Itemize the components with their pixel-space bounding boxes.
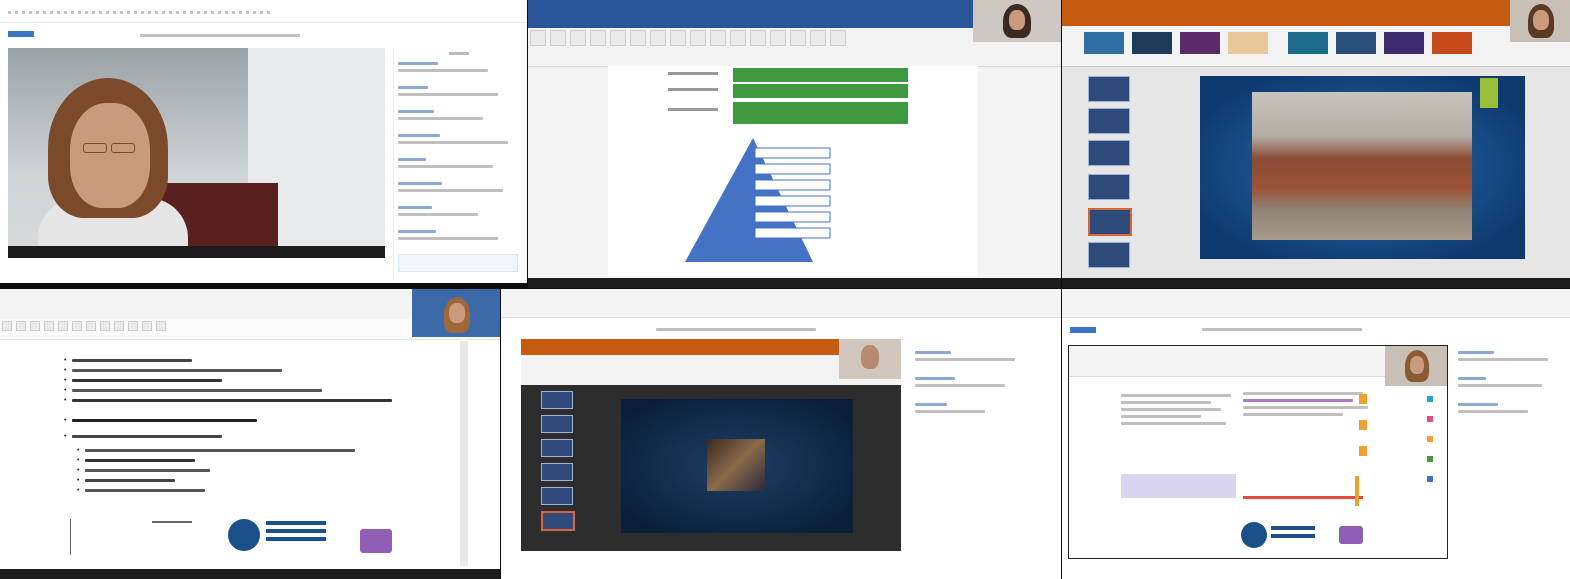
chat-message (1458, 349, 1562, 371)
chat-panel (393, 48, 524, 278)
participant-video (8, 48, 385, 258)
chat-input[interactable] (398, 254, 518, 272)
tile-participant-4 (0, 289, 500, 579)
chat-panel (1454, 347, 1566, 447)
tile-participant-6 (1062, 289, 1570, 579)
document-body (10, 341, 462, 566)
chat-message (398, 108, 520, 130)
chat-message (915, 349, 1047, 371)
chat-message (398, 228, 520, 250)
slide-photo[interactable] (1252, 92, 1472, 240)
chat-message (1458, 375, 1562, 397)
video-control-bar[interactable] (1062, 278, 1570, 288)
tile-participant-2 (528, 0, 1061, 288)
chat-message (398, 60, 520, 82)
slide-canvas (1200, 76, 1525, 259)
chat-message (915, 401, 1047, 423)
word-document-page (608, 66, 978, 276)
association-logo-icon (228, 517, 332, 557)
chat-message (915, 375, 1047, 397)
ppt-title-bar (1062, 0, 1570, 26)
tile-participant-5 (501, 289, 1061, 579)
browser-topbar (0, 0, 527, 23)
pyramid-diagram (685, 138, 831, 262)
slide-canvas (621, 399, 853, 533)
tile-participant-1 (0, 0, 527, 283)
video-control-bar[interactable] (528, 278, 1061, 288)
tile-participant-3 (1062, 0, 1570, 288)
slide-photo[interactable] (707, 439, 765, 491)
chat-message (398, 180, 520, 202)
meeting-title-bar (1202, 326, 1362, 331)
participant-thumbnail-video (412, 289, 500, 337)
video-control-bar[interactable] (8, 246, 385, 258)
color-sidebar (1425, 386, 1437, 556)
slide-thumbnail[interactable] (1088, 108, 1130, 134)
participant-thumbnail-video (1510, 0, 1570, 42)
purple-square-badge[interactable] (1339, 526, 1363, 544)
scrollbar[interactable] (460, 341, 468, 566)
shared-screen (1068, 345, 1448, 559)
participant-thumbnail-video (973, 0, 1061, 42)
chat-message (398, 132, 520, 154)
slide-thumbnail[interactable] (1088, 174, 1130, 200)
slide-thumbnail[interactable] (1088, 242, 1130, 268)
video-control-bar[interactable] (0, 569, 500, 579)
association-logo-icon (1241, 522, 1317, 552)
chat-panel (911, 347, 1051, 467)
purple-square-badge[interactable] (360, 529, 392, 553)
ppt-design-ribbon (1062, 26, 1570, 67)
slide-thumbnail[interactable] (1088, 76, 1130, 102)
shared-screen (521, 339, 901, 551)
brand-logo (8, 31, 34, 37)
browser-topbar (501, 289, 1061, 318)
slide-thumbnail-selected[interactable] (1088, 208, 1132, 236)
chat-message (398, 204, 520, 226)
participant-thumbnail-video (1385, 346, 1447, 386)
chat-message (1458, 401, 1562, 423)
browser-topbar (1062, 289, 1570, 318)
meeting-title-bar (140, 32, 300, 37)
partner-logo-icon (152, 521, 192, 553)
meeting-title-bar (656, 326, 816, 331)
chat-message (398, 156, 520, 178)
university-logo-icon (70, 519, 131, 555)
slide-thumbnail[interactable] (1088, 140, 1130, 166)
brand-logo (1070, 327, 1096, 333)
slide-thumbnails (1084, 70, 1146, 270)
chat-message (398, 84, 520, 106)
participant-thumbnail-video (839, 339, 901, 379)
